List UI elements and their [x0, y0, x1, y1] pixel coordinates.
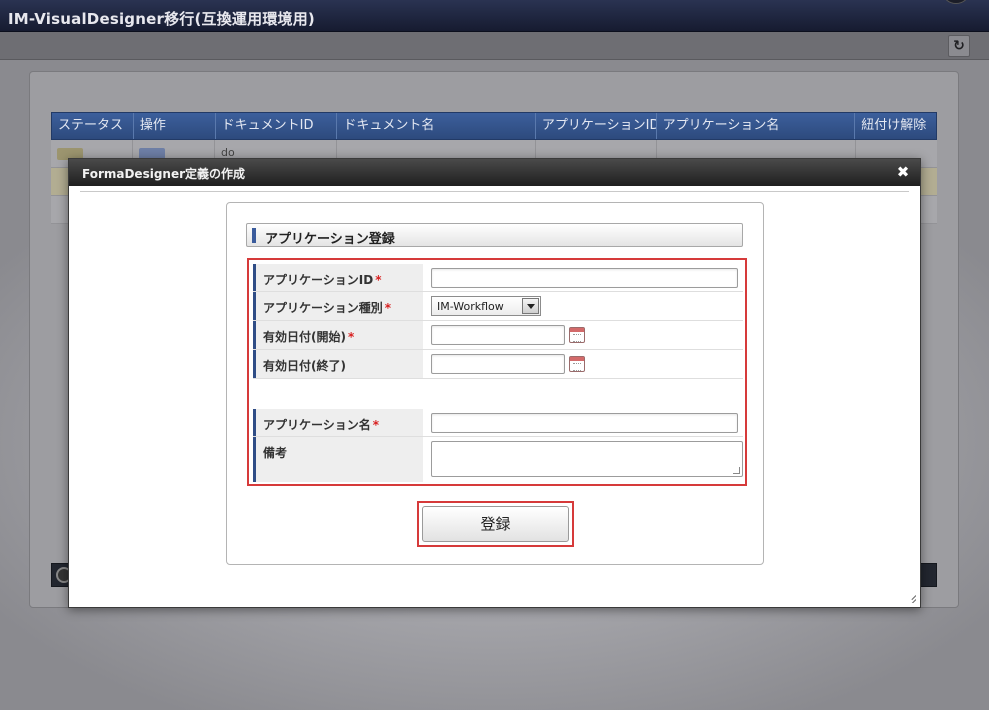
app-name-input[interactable] [431, 413, 738, 433]
label-cell: 有効日付(開始) * [253, 321, 423, 349]
app-id-label-text: アプリケーションID [263, 273, 374, 287]
app-name-label: アプリケーション名 * [263, 416, 379, 433]
submit-highlight: 登録 [417, 501, 574, 547]
column-header-application-id[interactable]: アプリケーションID [536, 113, 657, 139]
calendar-icon[interactable] [569, 356, 585, 372]
dialog-title: FormaDesigner定義の作成 [82, 167, 246, 181]
app-id-input[interactable] [431, 268, 738, 288]
dialog-divider [80, 191, 909, 192]
app-titlebar: IM-VisualDesigner移行(互換運用環境用) [0, 0, 989, 32]
section-header: アプリケーション登録 [246, 223, 743, 247]
close-icon[interactable]: ✖ [895, 164, 911, 180]
app-type-selected-value: IM-Workflow [437, 300, 504, 313]
column-header-document-id[interactable]: ドキュメントID [216, 113, 338, 139]
label-cell: 有効日付(終了) [253, 350, 423, 378]
app-type-label: アプリケーション種別 * [263, 299, 391, 316]
grid-header: ステータス 操作 ドキュメントID ドキュメント名 アプリケーションID アプリ… [51, 112, 937, 140]
column-header-document-name[interactable]: ドキュメント名 [337, 113, 536, 139]
valid-from-label-text: 有効日付(開始) [263, 330, 346, 344]
app-type-label-text: アプリケーション種別 [263, 301, 383, 315]
resize-handle-icon[interactable] [733, 467, 740, 474]
label-cell: 備考 [253, 437, 423, 482]
valid-to-input[interactable] [431, 354, 565, 374]
form-row-valid-from: 有効日付(開始) * [253, 321, 743, 350]
column-header-operation[interactable]: 操作 [134, 113, 216, 139]
create-definition-dialog: FormaDesigner定義の作成 ✖ アプリケーション登録 アプリケーション… [68, 158, 921, 608]
section-title: アプリケーション登録 [265, 232, 395, 247]
valid-to-label: 有効日付(終了) [263, 359, 346, 373]
form-row-valid-to: 有効日付(終了) [253, 350, 743, 379]
registration-form: アプリケーション登録 アプリケーションID * アプリケーション種別 * IM-Wo… [226, 202, 764, 565]
required-mark: * [384, 301, 392, 315]
form-row-remarks: 備考 [253, 437, 743, 482]
toolbar: ↻ [0, 32, 989, 60]
remarks-textarea[interactable] [431, 441, 743, 477]
required-mark: * [347, 330, 355, 344]
dialog-titlebar[interactable]: FormaDesigner定義の作成 ✖ [69, 159, 920, 186]
label-cell: アプリケーションID * [253, 264, 423, 291]
app-title: IM-VisualDesigner移行(互換運用環境用) [8, 10, 315, 28]
refresh-icon: ↻ [953, 38, 965, 54]
remarks-label: 備考 [263, 446, 288, 460]
form-spacer [253, 379, 743, 409]
app-type-select[interactable]: IM-Workflow [431, 296, 541, 316]
form-fields-highlight: アプリケーションID * アプリケーション種別 * IM-Workflow 有効日付… [247, 258, 747, 486]
app-name-label-text: アプリケーション名 [263, 418, 371, 432]
refresh-button[interactable]: ↻ [948, 35, 970, 57]
column-header-status[interactable]: ステータス [52, 113, 134, 139]
form-row-app-id: アプリケーションID * [253, 264, 743, 292]
register-button[interactable]: 登録 [422, 506, 569, 542]
valid-from-input[interactable] [431, 325, 565, 345]
label-cell: アプリケーション名 * [253, 409, 423, 436]
label-cell: アプリケーション種別 * [253, 292, 423, 320]
form-row-app-type: アプリケーション種別 * IM-Workflow [253, 292, 743, 321]
valid-from-label: 有効日付(開始) * [263, 328, 354, 345]
app-id-label: アプリケーションID * [263, 271, 381, 288]
dialog-resize-icon[interactable] [904, 591, 916, 603]
column-header-application-name[interactable]: アプリケーション名 [657, 113, 856, 139]
required-mark: * [372, 418, 380, 432]
form-row-app-name: アプリケーション名 * [253, 409, 743, 437]
column-header-unlink[interactable]: 紐付け解除 [855, 113, 936, 139]
user-avatar[interactable] [941, 0, 971, 4]
calendar-icon[interactable] [569, 327, 585, 343]
chevron-down-icon[interactable] [522, 298, 539, 314]
required-mark: * [375, 273, 382, 287]
